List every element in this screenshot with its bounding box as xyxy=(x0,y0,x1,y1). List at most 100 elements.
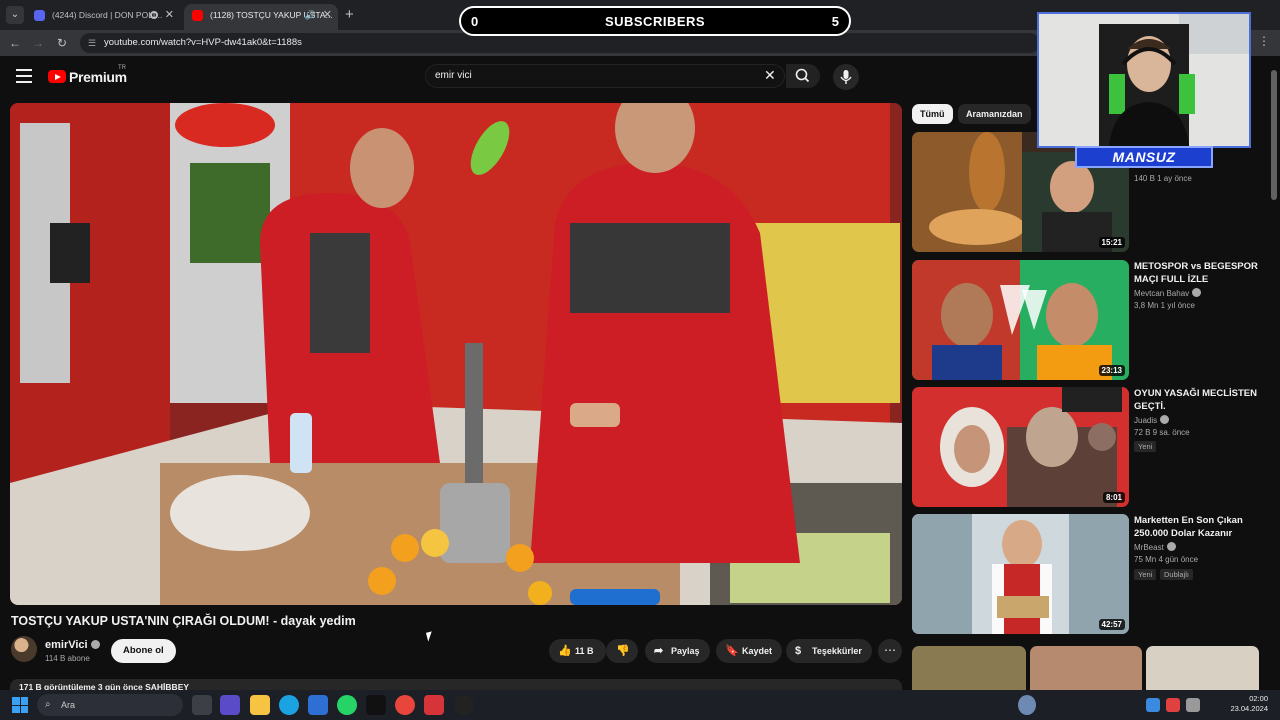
goal-label: SUBSCRIBERS xyxy=(604,14,706,29)
channel-avatar[interactable] xyxy=(11,636,37,662)
chip-all[interactable]: Tümü xyxy=(912,104,953,124)
share-label: Paylaş xyxy=(671,646,700,656)
back-icon[interactable]: ← xyxy=(6,34,24,52)
youtube-play-icon xyxy=(48,70,66,83)
browser-menu-icon[interactable]: ⋮ xyxy=(1258,34,1270,48)
save-label: Kaydet xyxy=(742,646,773,656)
youtube-icon xyxy=(192,10,203,21)
thanks-button[interactable]: $ Teşekkürler xyxy=(786,639,872,663)
video-player[interactable] xyxy=(10,103,902,605)
streamlabs-icon[interactable] xyxy=(424,695,444,715)
streamer-nameplate: MANSUZ xyxy=(1075,146,1213,168)
channel-name[interactable]: Juadis xyxy=(1134,415,1170,425)
tab-youtube[interactable]: (1128) TOSTÇU YAKUP USTA... 🔊 ✕ xyxy=(184,4,338,30)
dubbed-badge: Dublajlı xyxy=(1160,569,1194,580)
tab-search-button[interactable]: ⌄ xyxy=(6,6,24,24)
duration-badge: 23:13 xyxy=(1098,365,1125,376)
thanks-label: Teşekkürler xyxy=(812,646,862,656)
speaker-icon[interactable]: 🔊 xyxy=(305,4,316,26)
clock-date: 23.04.2024 xyxy=(1230,704,1268,713)
voice-search-button[interactable] xyxy=(833,64,859,90)
thumbnail-image xyxy=(912,260,1129,380)
recommendation-item[interactable]: 8:01 OYUN YASAĞI MECLİSTEN GEÇTİ. Juadis… xyxy=(912,387,1270,507)
subscriber-count: 114 B abone xyxy=(45,654,90,663)
recommendation-thumbnail-partial[interactable] xyxy=(1146,646,1259,690)
volume-icon[interactable] xyxy=(1186,698,1200,712)
duration-badge: 8:01 xyxy=(1102,492,1125,503)
chrome-icon[interactable] xyxy=(395,695,415,715)
video-meta: 3,8 Mn 1 yıl önce xyxy=(1134,301,1195,310)
verified-icon xyxy=(1192,288,1202,297)
network-icon[interactable] xyxy=(1146,698,1160,712)
new-tab-button[interactable]: + xyxy=(345,6,354,23)
url-text: youtube.com/watch?v=HVP-dw41ak0&t=1188s xyxy=(104,37,302,48)
capcut-icon[interactable] xyxy=(366,695,386,715)
save-button[interactable]: 🔖 Kaydet xyxy=(716,639,783,663)
windows-start-icon[interactable] xyxy=(12,697,28,713)
windows-taskbar: ⌕ Ara 02:00 23.04.2024 xyxy=(0,690,1280,720)
task-view-icon[interactable] xyxy=(192,695,212,715)
close-tab-icon[interactable]: ✕ xyxy=(323,4,332,26)
recommendation-item[interactable]: 23:13 METOSPOR vs BEGESPOR MAÇI FULL İZL… xyxy=(912,260,1270,380)
video-title[interactable]: Marketten En Son Çıkan 250.000 Dolar Kaz… xyxy=(1134,514,1270,540)
video-thumbnail[interactable]: 8:01 xyxy=(912,387,1129,507)
channel-name-text: emirVici xyxy=(45,639,88,651)
new-badge: Yeni xyxy=(1134,569,1157,580)
video-thumbnail[interactable]: 42:57 xyxy=(912,514,1129,634)
store-icon[interactable] xyxy=(308,695,328,715)
tab-discord[interactable]: (4244) Discord | DON POLI... ✕ xyxy=(26,4,180,30)
page-scrollbar[interactable] xyxy=(1271,70,1277,200)
tray-app-icon[interactable] xyxy=(1166,698,1180,712)
verified-icon xyxy=(1160,415,1170,424)
taskbar-search-placeholder: Ara xyxy=(61,700,76,710)
video-meta: 72 B 9 sa. önce xyxy=(1134,428,1190,437)
goal-end-count: 5 xyxy=(831,14,839,29)
mouse-cursor xyxy=(425,631,435,642)
subscriber-goal-overlay: 0 SUBSCRIBERS 5 xyxy=(459,6,851,36)
recommendation-item[interactable]: 42:57 Marketten En Son Çıkan 250.000 Dol… xyxy=(912,514,1270,634)
video-title[interactable]: METOSPOR vs BEGESPOR MAÇI FULL İZLE xyxy=(1134,260,1270,286)
thumbnail-image xyxy=(912,514,1129,634)
tab-label: (4244) Discord | DON POLI... xyxy=(52,10,163,20)
taskbar-search[interactable]: ⌕ Ara xyxy=(37,694,183,716)
search-input[interactable]: emir vici ✕ xyxy=(425,64,785,88)
recommendation-thumbnail-partial[interactable] xyxy=(1030,646,1142,690)
new-badge: Yeni xyxy=(1134,441,1157,452)
edge-icon[interactable] xyxy=(279,695,299,715)
subscribe-button[interactable]: Abone ol xyxy=(111,639,176,663)
reload-icon[interactable]: ↻ xyxy=(53,34,71,52)
search-button[interactable] xyxy=(786,64,820,88)
weather-icon[interactable] xyxy=(1018,695,1036,715)
video-title[interactable]: OYUN YASAĞI MECLİSTEN GEÇTİ. xyxy=(1134,387,1270,413)
channel-name[interactable]: MrBeast xyxy=(1134,542,1176,552)
system-clock[interactable]: 02:00 23.04.2024 xyxy=(1230,694,1268,714)
channel-name[interactable]: Mevtcan Bahav xyxy=(1134,288,1202,298)
menu-icon[interactable] xyxy=(16,69,32,83)
widgets-icon[interactable] xyxy=(220,695,240,715)
chip-from-search[interactable]: Aramanızdan xyxy=(958,104,1031,124)
clear-search-icon[interactable]: ✕ xyxy=(764,67,776,84)
recommendation-thumbnail-partial[interactable] xyxy=(912,646,1026,690)
channel-name-text: Juadis xyxy=(1134,416,1158,425)
more-actions-button[interactable]: ⋯ xyxy=(878,639,902,663)
like-button[interactable]: 👍 11 B xyxy=(549,639,606,663)
like-count: 11 B xyxy=(575,646,594,656)
channel-name[interactable]: emirVici xyxy=(45,639,100,651)
search-icon: ⌕ xyxy=(45,699,51,710)
whatsapp-icon[interactable] xyxy=(337,695,357,715)
thumbnail-image xyxy=(912,387,1129,507)
site-settings-icon[interactable]: ☰ xyxy=(88,33,96,53)
discord-icon xyxy=(34,10,45,21)
share-button[interactable]: ➦ Paylaş xyxy=(645,639,710,663)
close-tab-icon[interactable]: ✕ xyxy=(165,4,174,26)
verified-icon xyxy=(1166,542,1176,551)
video-title: TOSTÇU YAKUP USTA'NIN ÇIRAĞI OLDUM! - da… xyxy=(11,614,356,628)
video-thumbnail[interactable]: 23:13 xyxy=(912,260,1129,380)
dislike-button[interactable]: 👎 xyxy=(606,639,638,663)
file-explorer-icon[interactable] xyxy=(250,695,270,715)
url-field[interactable]: ☰ youtube.com/watch?v=HVP-dw41ak0&t=1188… xyxy=(80,33,1040,53)
obs-icon[interactable] xyxy=(454,695,474,715)
channel-name-text: Mevtcan Bahav xyxy=(1134,289,1190,298)
webcam-feed xyxy=(1039,14,1249,146)
forward-icon[interactable]: → xyxy=(29,34,47,52)
